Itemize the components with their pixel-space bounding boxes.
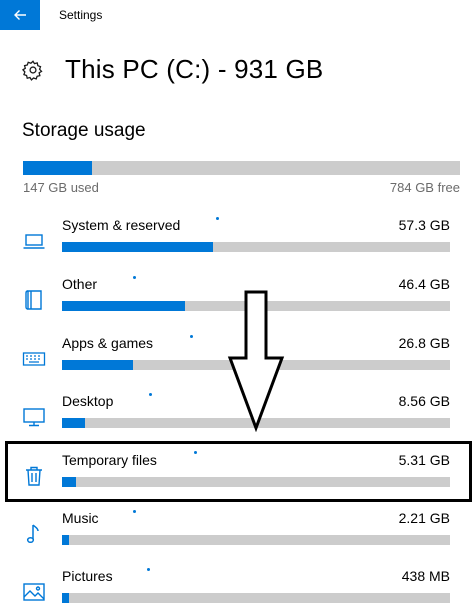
section-title: Storage usage (22, 120, 146, 141)
picture-icon (22, 580, 46, 604)
category-name: Apps & games (62, 335, 154, 351)
category-usage-fill (62, 418, 86, 428)
phone-book-icon (22, 288, 46, 312)
category-usage-fill (62, 242, 214, 252)
category-temporary-files[interactable]: Temporary files 5.31 GB (0, 451, 474, 508)
overall-usage-fill (23, 161, 93, 175)
title-bar: Settings (0, 0, 474, 30)
category-usage-fill (62, 301, 185, 311)
page-header: This PC (C:) - 931 GB (22, 52, 462, 88)
category-usage-fill (62, 535, 69, 545)
category-usage-fill (62, 477, 76, 487)
category-size: 57.3 GB (398, 217, 450, 233)
category-other[interactable]: Other 46.4 GB (0, 276, 474, 332)
monitor-icon (22, 405, 46, 429)
category-name: Music (62, 510, 99, 526)
category-name: Temporary files (62, 452, 157, 468)
focus-dot (149, 393, 152, 396)
gear-icon (22, 60, 43, 81)
overall-usage-bar (23, 161, 460, 175)
back-button[interactable] (0, 0, 40, 30)
focus-dot (216, 217, 219, 220)
free-space-label: 784 GB free (389, 180, 460, 195)
category-size: 5.31 GB (398, 452, 450, 468)
category-usage-fill (62, 360, 133, 370)
category-usage-bar (62, 477, 450, 487)
category-desktop[interactable]: Desktop 8.56 GB (0, 393, 474, 449)
category-name: Other (62, 276, 98, 292)
category-usage-bar (62, 593, 450, 603)
focus-dot (133, 276, 136, 279)
page-title: This PC (C:) - 931 GB (65, 54, 324, 84)
category-name: Desktop (62, 393, 114, 409)
focus-dot (133, 510, 136, 513)
category-size: 438 MB (401, 568, 450, 584)
focus-dot (194, 451, 197, 454)
window-title: Settings (59, 8, 103, 22)
category-size: 46.4 GB (398, 276, 450, 292)
used-space-label: 147 GB used (23, 180, 99, 195)
category-size: 2.21 GB (398, 510, 450, 526)
category-size: 26.8 GB (398, 335, 450, 351)
category-name: Pictures (62, 568, 113, 584)
music-note-icon (22, 522, 46, 546)
keyboard-icon (22, 347, 46, 371)
category-apps-games[interactable]: Apps & games 26.8 GB (0, 335, 474, 391)
focus-dot (147, 568, 150, 571)
focus-dot (190, 335, 193, 338)
category-usage-bar (62, 301, 450, 311)
category-music[interactable]: Music 2.21 GB (0, 510, 474, 566)
category-usage-fill (62, 593, 69, 603)
category-usage-bar (62, 242, 450, 252)
back-arrow-icon (14, 10, 26, 20)
category-name: System & reserved (62, 217, 181, 233)
laptop-icon (22, 229, 46, 253)
category-usage-bar (62, 418, 450, 428)
trash-icon (22, 464, 46, 488)
category-usage-bar (62, 535, 450, 545)
category-system-reserved[interactable]: System & reserved 57.3 GB (0, 217, 474, 273)
category-size: 8.56 GB (398, 393, 450, 409)
category-pictures[interactable]: Pictures 438 MB (0, 568, 474, 607)
category-usage-bar (62, 360, 450, 370)
